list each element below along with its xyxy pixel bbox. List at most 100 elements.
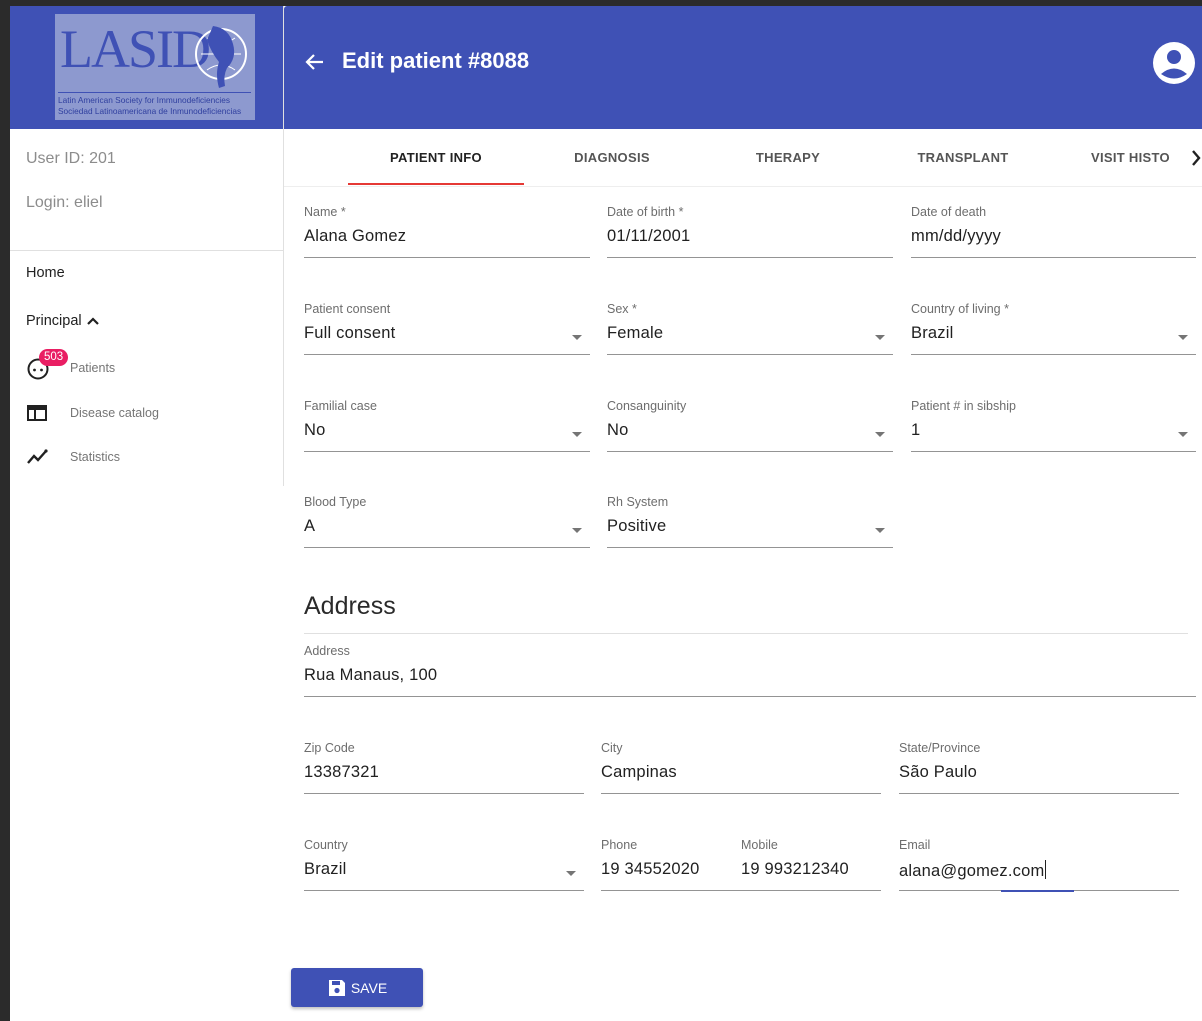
zip-code-label: Zip Code <box>304 741 355 755</box>
save-button[interactable]: SAVE <box>291 968 423 1007</box>
state-province-input[interactable]: São Paulo <box>899 763 977 782</box>
page-title: Edit patient #8088 <box>342 48 530 73</box>
dropdown-arrow-icon <box>1178 432 1188 437</box>
consanguinity-label: Consanguinity <box>607 399 687 413</box>
blood-type-value: A <box>304 517 316 535</box>
dropdown-arrow-icon <box>566 871 576 876</box>
sex-value: Female <box>607 324 664 342</box>
logo-area: LASID Latin American Society for Immunod… <box>10 6 284 129</box>
tab-transplant[interactable]: TRANSPLANT <box>875 129 1051 186</box>
logo-text: LASID <box>60 19 211 79</box>
date-of-birth-label: Date of birth * <box>607 205 684 219</box>
phone-label: Phone <box>601 838 638 852</box>
lasid-logo[interactable]: LASID Latin American Society for Immunod… <box>55 14 255 120</box>
rh-system-value: Positive <box>607 517 667 535</box>
date-of-death-field[interactable]: Date of death mm/dd/yyyy <box>911 205 1196 258</box>
address-field[interactable]: Address Rua Manaus, 100 <box>304 644 1196 697</box>
logo-subtitle-en: Latin American Society for Immunodeficie… <box>58 92 251 105</box>
city-input[interactable]: Campinas <box>601 763 677 782</box>
globe-icon <box>195 26 247 88</box>
sidebar-item-label: Patients <box>70 361 116 375</box>
dropdown-arrow-icon <box>875 432 885 437</box>
patient-consent-value: Full consent <box>304 324 396 342</box>
blood-type-select[interactable]: Blood Type A <box>304 495 590 548</box>
email-input[interactable]: alana@gomez.com <box>899 862 1044 880</box>
sidebar: LASID Latin American Society for Immunod… <box>10 6 284 1021</box>
tab-visit-history[interactable]: VISIT HISTO <box>1051 129 1202 186</box>
login-name: Login: eliel <box>26 194 103 211</box>
date-of-death-input[interactable]: mm/dd/yyyy <box>911 227 1001 246</box>
country-of-living-select[interactable]: Country of living * Brazil <box>911 302 1196 355</box>
sex-label: Sex * <box>607 302 637 316</box>
tab-diagnosis[interactable]: DIAGNOSIS <box>524 129 700 186</box>
catalog-icon <box>27 405 47 421</box>
patient-consent-select[interactable]: Patient consent Full consent <box>304 302 590 355</box>
email-input-wrap[interactable]: alana@gomez.com <box>899 860 1047 881</box>
name-field[interactable]: Name * Alana Gomez <box>304 205 590 258</box>
sidebar-item-label: Disease catalog <box>70 406 159 420</box>
user-id: User ID: 201 <box>26 150 116 167</box>
familial-case-select[interactable]: Familial case No <box>304 399 590 452</box>
sidebar-item-label: Statistics <box>70 450 121 464</box>
consanguinity-value: No <box>607 421 629 439</box>
phone-mobile-row: Phone 19 34552020 Mobile 19 993212340 <box>601 838 881 891</box>
sibship-value: 1 <box>911 421 921 439</box>
phone-input[interactable]: 19 34552020 <box>601 860 700 879</box>
chevron-up-icon <box>86 317 99 325</box>
account-circle-icon[interactable] <box>1152 41 1196 85</box>
country-select[interactable]: Country Brazil <box>304 838 584 891</box>
app-bar: Edit patient #8088 <box>284 6 1202 129</box>
focus-underline <box>1001 890 1074 892</box>
tab-patient-info[interactable]: PATIENT INFO <box>348 129 524 186</box>
blood-type-label: Blood Type <box>304 495 367 509</box>
name-input[interactable]: Alana Gomez <box>304 227 406 246</box>
dropdown-arrow-icon <box>875 528 885 533</box>
email-label: Email <box>899 838 931 852</box>
date-of-birth-input[interactable]: 01/11/2001 <box>607 227 690 246</box>
zip-code-input[interactable]: 13387321 <box>304 763 379 782</box>
city-field[interactable]: City Campinas <box>601 741 881 794</box>
sidebar-item-statistics[interactable]: Statistics <box>26 445 120 469</box>
sidebar-item-patients[interactable]: 503 Patients <box>26 349 116 380</box>
sex-select[interactable]: Sex * Female <box>607 302 893 355</box>
zip-code-field[interactable]: Zip Code 13387321 <box>304 741 584 794</box>
dropdown-arrow-icon <box>1178 335 1188 340</box>
mobile-label: Mobile <box>741 838 778 852</box>
section-divider <box>304 633 1188 634</box>
state-province-field[interactable]: State/Province São Paulo <box>899 741 1179 794</box>
sidebar-item-disease-catalog[interactable]: Disease catalog <box>26 401 159 425</box>
save-button-label: SAVE <box>350 979 388 996</box>
date-of-birth-field[interactable]: Date of birth * 01/11/2001 <box>607 205 893 258</box>
dropdown-arrow-icon <box>572 335 582 340</box>
tab-therapy[interactable]: THERAPY <box>700 129 876 186</box>
active-tab-indicator <box>348 183 524 185</box>
app-window: LASID Latin American Society for Immunod… <box>10 6 1202 1021</box>
name-label: Name * <box>304 205 346 219</box>
tab-bar: PATIENT INFO DIAGNOSIS THERAPY TRANSPLAN… <box>284 129 1202 187</box>
address-input[interactable]: Rua Manaus, 100 <box>304 666 437 685</box>
mobile-input[interactable]: 19 993212340 <box>741 860 849 879</box>
address-section-title: Address <box>304 592 396 620</box>
city-label: City <box>601 741 623 755</box>
patient-consent-label: Patient consent <box>304 302 391 316</box>
chevron-right-icon[interactable] <box>1190 148 1202 168</box>
text-caret <box>1045 860 1047 879</box>
rh-system-label: Rh System <box>607 495 669 509</box>
country-of-living-label: Country of living * <box>911 302 1009 316</box>
sidebar-item-label: Principal <box>26 313 82 329</box>
consanguinity-select[interactable]: Consanguinity No <box>607 399 893 452</box>
arrow-back-icon[interactable] <box>304 51 326 73</box>
country-label: Country <box>304 838 348 852</box>
sidebar-divider <box>10 250 284 251</box>
floppy-disk-icon <box>328 979 345 996</box>
sidebar-item-principal[interactable]: Principal <box>26 313 100 329</box>
sibship-select[interactable]: Patient # in sibship 1 <box>911 399 1196 452</box>
dropdown-arrow-icon <box>572 528 582 533</box>
email-field[interactable]: Email alana@gomez.com <box>899 838 1179 892</box>
logo-subtitle-es: Sociedad Latinoamericana de Inmunodefici… <box>58 106 242 116</box>
familial-case-label: Familial case <box>304 399 377 413</box>
sidebar-item-home[interactable]: Home <box>26 265 65 281</box>
patients-count-badge: 503 <box>39 349 69 366</box>
statistics-icon <box>27 449 48 464</box>
rh-system-select[interactable]: Rh System Positive <box>607 495 893 548</box>
